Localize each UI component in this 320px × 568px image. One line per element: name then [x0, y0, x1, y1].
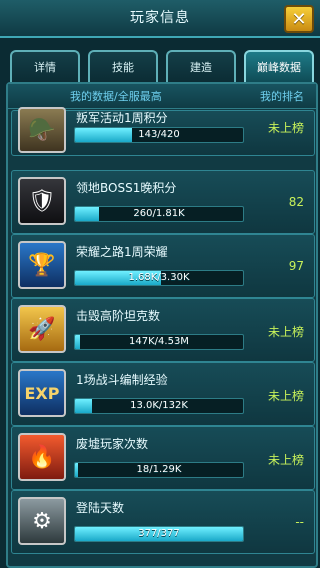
row-label: 击毁高阶坦克数 — [76, 309, 161, 323]
row-rank: -- — [295, 515, 304, 529]
header-my-data: 我的数据/全服最高 — [70, 90, 162, 103]
missile-icon: 🚀 — [18, 305, 66, 353]
close-icon: ✕ — [291, 8, 307, 30]
progress-bar: 147K/4.53M — [74, 334, 244, 350]
titlebar: 玩家信息 ✕ — [0, 0, 320, 38]
tab-build[interactable]: 建造 — [166, 50, 236, 82]
exp-icon: EXP — [18, 369, 66, 417]
progress-bar: 377/377 — [74, 526, 244, 542]
progress-text: 1.68K/3.30K — [128, 272, 190, 283]
list-item[interactable]: 🏆 荣耀之路1周荣耀 97 1.68K/3.30K — [11, 234, 315, 298]
progress-text: 147K/4.53M — [129, 336, 189, 347]
tab-details[interactable]: 详情 — [10, 50, 80, 82]
row-label: 1场战斗编制经验 — [76, 373, 168, 387]
progress-text: 377/377 — [138, 528, 180, 539]
list-item[interactable]: 🪖 叛军活动1周积分 未上榜 143/420 — [11, 107, 315, 156]
progress-bar: 13.0K/132K — [74, 398, 244, 414]
page-title: 玩家信息 — [130, 10, 190, 26]
progress-bar: 260/1.81K — [74, 206, 244, 222]
trophy-icon: 🏆 — [18, 241, 66, 289]
login-days-icon: ⚙ — [18, 497, 66, 545]
header-my-rank: 我的排名 — [260, 90, 304, 103]
list-item[interactable]: 🚀 击毁高阶坦克数 未上榜 147K/4.53M — [11, 298, 315, 362]
row-label: 废墟玩家次数 — [76, 437, 149, 451]
row-rank: 未上榜 — [267, 453, 304, 467]
progress-bar: 1.68K/3.30K — [74, 270, 244, 286]
row-label: 登陆天数 — [76, 501, 125, 515]
tank-boss-icon: 🛡 — [18, 177, 66, 225]
list-item[interactable]: 🔥 废墟玩家次数 未上榜 18/1.29K — [11, 426, 315, 490]
tab-bar: 详情 技能 建造 巅峰数据 — [10, 50, 314, 82]
list-header: 我的数据/全服最高 我的排名 — [8, 84, 316, 109]
tab-skills[interactable]: 技能 — [88, 50, 158, 82]
list-item[interactable]: ⚙ 登陆天数 -- 377/377 — [11, 490, 315, 554]
soldier-icon: 🪖 — [18, 107, 66, 153]
progress-text: 13.0K/132K — [130, 400, 188, 411]
row-label: 领地BOSS1晚积分 — [76, 181, 177, 195]
tab-peak-data[interactable]: 巅峰数据 — [244, 50, 314, 82]
list-item[interactable]: 🛡 领地BOSS1晚积分 82 260/1.81K — [11, 170, 315, 234]
progress-text: 143/420 — [138, 129, 180, 140]
progress-bar: 143/420 — [74, 127, 244, 143]
row-label: 叛军活动1周积分 — [76, 111, 168, 125]
progress-text: 18/1.29K — [136, 464, 182, 475]
progress-text: 260/1.81K — [133, 208, 185, 219]
row-rank: 97 — [288, 259, 304, 273]
list-item[interactable]: EXP 1场战斗编制经验 未上榜 13.0K/132K — [11, 362, 315, 426]
row-rank: 未上榜 — [267, 325, 304, 339]
stats-panel: 我的数据/全服最高 我的排名 🪖 叛军活动1周积分 未上榜 143/420 🛡 … — [6, 82, 318, 568]
progress-bar: 18/1.29K — [74, 462, 244, 478]
row-rank: 82 — [288, 195, 304, 209]
row-rank: 未上榜 — [267, 121, 304, 135]
row-label: 荣耀之路1周荣耀 — [76, 245, 168, 259]
close-button[interactable]: ✕ — [284, 5, 314, 33]
row-rank: 未上榜 — [267, 389, 304, 403]
ruins-icon: 🔥 — [18, 433, 66, 481]
